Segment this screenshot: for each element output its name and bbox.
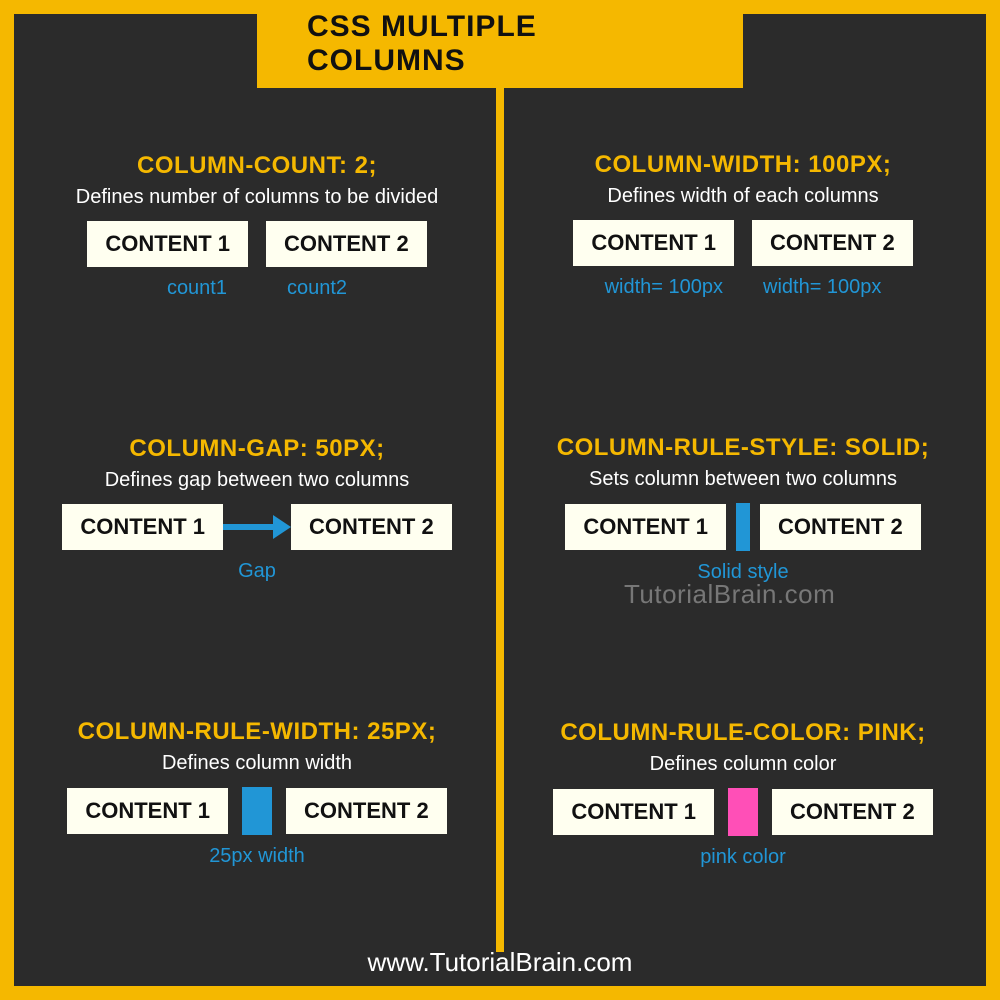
- content-box: CONTENT 2: [760, 504, 921, 550]
- rule-bar: [242, 787, 272, 835]
- content-box: CONTENT 1: [573, 220, 734, 266]
- property-desc: Sets column between two columns: [518, 468, 968, 491]
- content-box: CONTENT 2: [291, 504, 452, 550]
- property-label: COLUMN-RULE-STYLE: SOLID;: [518, 434, 968, 462]
- arrow-icon: [223, 515, 291, 539]
- rule-bar-pink: [728, 788, 758, 836]
- caption: width= 100px: [605, 276, 723, 299]
- section-column-rule-style: COLUMN-RULE-STYLE: SOLID; Sets column be…: [518, 434, 968, 584]
- property-desc: Defines column width: [32, 752, 482, 775]
- caption: 25px width: [32, 845, 482, 868]
- property-desc: Defines number of columns to be divided: [32, 186, 482, 209]
- section-column-count: COLUMN-COUNT: 2; Defines number of colum…: [32, 152, 482, 300]
- property-label: COLUMN-RULE-COLOR: PINK;: [518, 719, 968, 747]
- example-boxes: CONTENT 1 CONTENT 2: [518, 220, 968, 266]
- section-column-gap: COLUMN-GAP: 50PX; Defines gap between tw…: [32, 435, 482, 583]
- section-column-rule-color: COLUMN-RULE-COLOR: PINK; Defines column …: [518, 719, 968, 869]
- content-box: CONTENT 2: [752, 220, 913, 266]
- caption: Gap: [32, 560, 482, 583]
- caption: count2: [287, 277, 347, 300]
- property-label: COLUMN-WIDTH: 100PX;: [518, 151, 968, 179]
- example-boxes: CONTENT 1 CONTENT 2: [32, 504, 482, 550]
- content-box: CONTENT 1: [62, 504, 223, 550]
- rule-bar: [736, 503, 750, 551]
- footer-url: www.TutorialBrain.com: [14, 947, 986, 978]
- content-box: CONTENT 2: [286, 788, 447, 834]
- property-desc: Defines column color: [518, 753, 968, 776]
- example-boxes: CONTENT 1 CONTENT 2: [32, 787, 482, 835]
- property-label: COLUMN-RULE-WIDTH: 25PX;: [32, 718, 482, 746]
- section-column-rule-width: COLUMN-RULE-WIDTH: 25PX; Defines column …: [32, 718, 482, 868]
- content-box: CONTENT 1: [565, 504, 726, 550]
- content-grid: COLUMN-COUNT: 2; Defines number of colum…: [14, 84, 986, 936]
- section-column-width: COLUMN-WIDTH: 100PX; Defines width of ea…: [518, 151, 968, 299]
- example-boxes: CONTENT 1 CONTENT 2: [518, 788, 968, 836]
- example-boxes: CONTENT 1 CONTENT 2: [518, 503, 968, 551]
- right-column: COLUMN-WIDTH: 100PX; Defines width of ea…: [500, 84, 986, 936]
- caption: width= 100px: [763, 276, 881, 299]
- property-desc: Defines width of each columns: [518, 185, 968, 208]
- property-label: COLUMN-COUNT: 2;: [32, 152, 482, 180]
- caption: count1: [167, 277, 227, 300]
- property-desc: Defines gap between two columns: [32, 469, 482, 492]
- content-box: CONTENT 1: [67, 788, 228, 834]
- captions: count1 count2: [32, 277, 482, 300]
- watermark: TutorialBrain.com: [624, 579, 835, 610]
- content-box: CONTENT 1: [553, 789, 714, 835]
- captions: width= 100px width= 100px: [518, 276, 968, 299]
- property-label: COLUMN-GAP: 50PX;: [32, 435, 482, 463]
- content-box: CONTENT 2: [266, 221, 427, 267]
- left-column: COLUMN-COUNT: 2; Defines number of colum…: [14, 84, 500, 936]
- caption: pink color: [518, 846, 968, 869]
- content-box: CONTENT 2: [772, 789, 933, 835]
- content-box: CONTENT 1: [87, 221, 248, 267]
- example-boxes: CONTENT 1 CONTENT 2: [32, 221, 482, 267]
- diagram-frame: CSS MULTIPLE COLUMNS COLUMN-COUNT: 2; De…: [0, 0, 1000, 1000]
